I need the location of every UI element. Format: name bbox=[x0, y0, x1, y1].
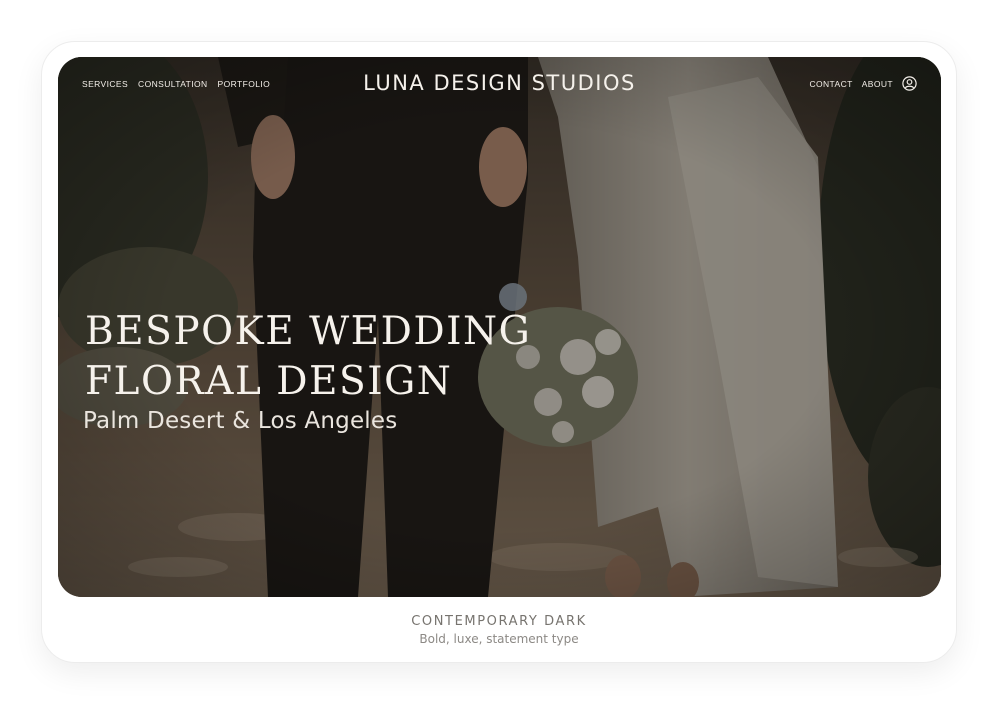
headline-line-2: FLORAL DESIGN bbox=[85, 359, 453, 404]
headline-line-1: BESPOKE WEDDING bbox=[85, 309, 532, 354]
hero-section: SERVICES CONSULTATION PORTFOLIO LUNA DES… bbox=[58, 57, 941, 597]
nav-link-contact[interactable]: CONTACT bbox=[809, 79, 852, 89]
hero-subheadline: Palm Desert & Los Angeles bbox=[83, 408, 398, 434]
theme-caption: CONTEMPORARY DARK Bold, luxe, statement … bbox=[42, 614, 956, 646]
theme-description: Bold, luxe, statement type bbox=[419, 632, 579, 646]
theme-title: CONTEMPORARY DARK bbox=[411, 614, 587, 629]
user-circle-icon[interactable] bbox=[902, 76, 917, 91]
nav-link-about[interactable]: ABOUT bbox=[862, 79, 893, 89]
nav-right: CONTACT ABOUT bbox=[809, 76, 917, 91]
theme-preview-card: SERVICES CONSULTATION PORTFOLIO LUNA DES… bbox=[41, 41, 957, 663]
hero-headline: BESPOKE WEDDING FLORAL DESIGN bbox=[85, 307, 531, 407]
